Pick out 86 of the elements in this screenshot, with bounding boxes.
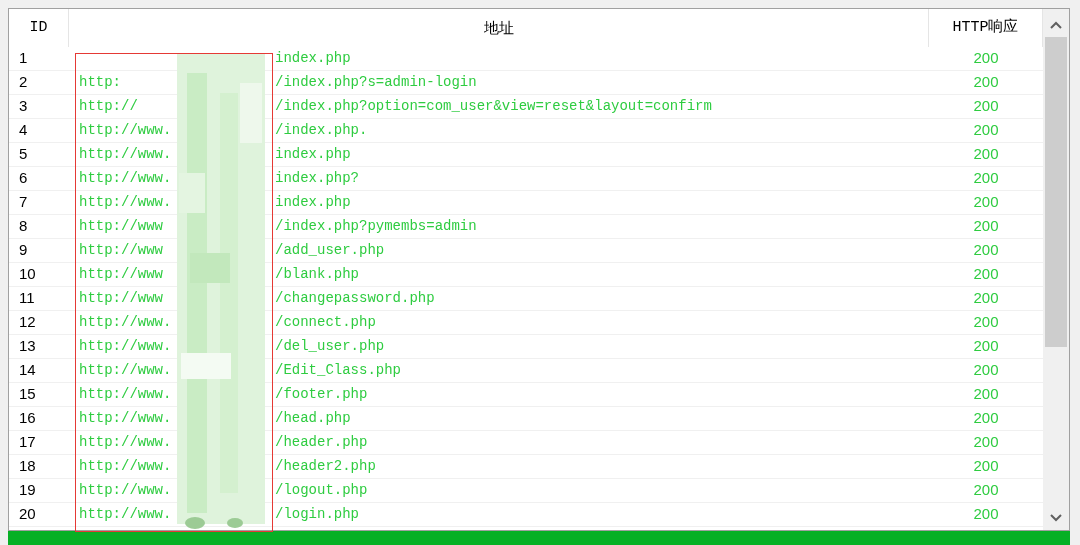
table-cell: 12 [19, 313, 36, 331]
table-cell: 20 [19, 505, 36, 523]
table-cell: 18 [19, 457, 36, 475]
table-cell: 11 [19, 289, 35, 307]
url-text: /add_user.php [275, 241, 385, 260]
scroll-down-icon[interactable] [1050, 514, 1062, 522]
url-text: http://www. [79, 410, 172, 426]
url-text: http://www. [79, 314, 172, 330]
table-cell-text: 200 [973, 288, 999, 309]
column-header[interactable]: HTTP响应 [952, 16, 1019, 40]
url-text: /changepassword.php [275, 289, 435, 308]
column-header[interactable]: 地址 [483, 16, 514, 40]
url-text: http://www. [79, 362, 172, 378]
url-text: http://www. [79, 338, 172, 354]
url-text: /index.php?pymembs=admin [275, 217, 477, 236]
table-cell: 9 [19, 241, 28, 259]
url-text: http://www. [79, 506, 172, 522]
url-text: /head.php [275, 409, 351, 428]
table-cell: 15 [19, 385, 36, 403]
table-cell-text: 200 [973, 96, 999, 117]
table-cell-text: 200 [973, 408, 999, 429]
url-text: /header.php [275, 433, 368, 452]
url-text: http://www. [79, 194, 172, 210]
table-cell: 1 [19, 49, 28, 67]
url-text: http:// [79, 98, 138, 114]
url-text: /logout.php [275, 481, 368, 500]
url-text: /footer.php [275, 385, 368, 404]
table-cell-text: 200 [973, 216, 999, 237]
table-cell: 2 [19, 73, 28, 91]
table-cell-text: 200 [973, 480, 999, 501]
table-cell-text: 200 [973, 48, 999, 69]
url-text: /index.php?option=com_user&view=reset&layout=confirm [275, 97, 712, 116]
table-cell: 4 [19, 121, 28, 139]
url-text: http://www. [79, 122, 172, 138]
table-cell: 7 [19, 193, 28, 211]
url-text: index.php [275, 193, 351, 212]
table-cell: 13 [19, 337, 36, 355]
url-text: http: [79, 74, 121, 90]
scroll-up-icon[interactable] [1050, 21, 1062, 29]
column-header[interactable]: ID [29, 16, 48, 40]
url-text: /Edit_Class.php [275, 361, 402, 380]
url-text: http://www. [79, 434, 172, 450]
table-cell-text: 200 [973, 456, 999, 477]
url-text: /blank.php [275, 265, 359, 284]
scrollbar[interactable] [1043, 9, 1069, 530]
table-cell: 14 [19, 361, 36, 379]
table-cell-text: 200 [973, 384, 999, 405]
url-text: /del_user.php [275, 337, 385, 356]
url-text: /index.php?s=admin-login [275, 73, 477, 92]
url-text: http://www. [79, 386, 172, 402]
table-cell-text: 200 [973, 192, 999, 213]
url-text: http://www [79, 218, 163, 234]
url-text: http://www [79, 266, 163, 282]
table-cell-text: 200 [973, 144, 999, 165]
table-cell: 6 [19, 169, 28, 187]
url-text: index.php [275, 145, 351, 164]
url-text: http://www [79, 290, 163, 306]
url-text: http://www. [79, 170, 172, 186]
table-cell-text: 200 [973, 432, 999, 453]
table-cell-text: 200 [973, 504, 999, 525]
url-text: /header2.php [275, 457, 376, 476]
scrollbar-thumb[interactable] [1045, 37, 1067, 347]
table-cell-text: 200 [973, 72, 999, 93]
url-text: /connect.php [275, 313, 376, 332]
table-cell-text: 200 [973, 360, 999, 381]
table-cell-text: 200 [973, 312, 999, 333]
table-cell: 10 [19, 265, 36, 283]
table-cell: 3 [19, 97, 28, 115]
table-cell-text: 200 [973, 264, 999, 285]
url-text: http://www [79, 242, 163, 258]
url-text: /login.php [275, 505, 359, 524]
table-cell-text: 200 [973, 240, 999, 261]
table-cell: 5 [19, 145, 28, 163]
url-text: http://www. [79, 458, 172, 474]
url-text: index.php? [275, 169, 359, 188]
url-text: /index.php. [275, 121, 368, 140]
url-text: http://www. [79, 146, 172, 162]
table-cell-text: 200 [973, 168, 999, 189]
table-cell: 8 [19, 217, 28, 235]
table-cell-text: 200 [973, 120, 999, 141]
url-text: http://www. [79, 482, 172, 498]
table-cell: 17 [19, 433, 36, 451]
url-text: index.php [275, 49, 351, 68]
table-cell-text: 200 [973, 336, 999, 357]
table-cell: 16 [19, 409, 36, 427]
table-cell: 19 [19, 481, 36, 499]
